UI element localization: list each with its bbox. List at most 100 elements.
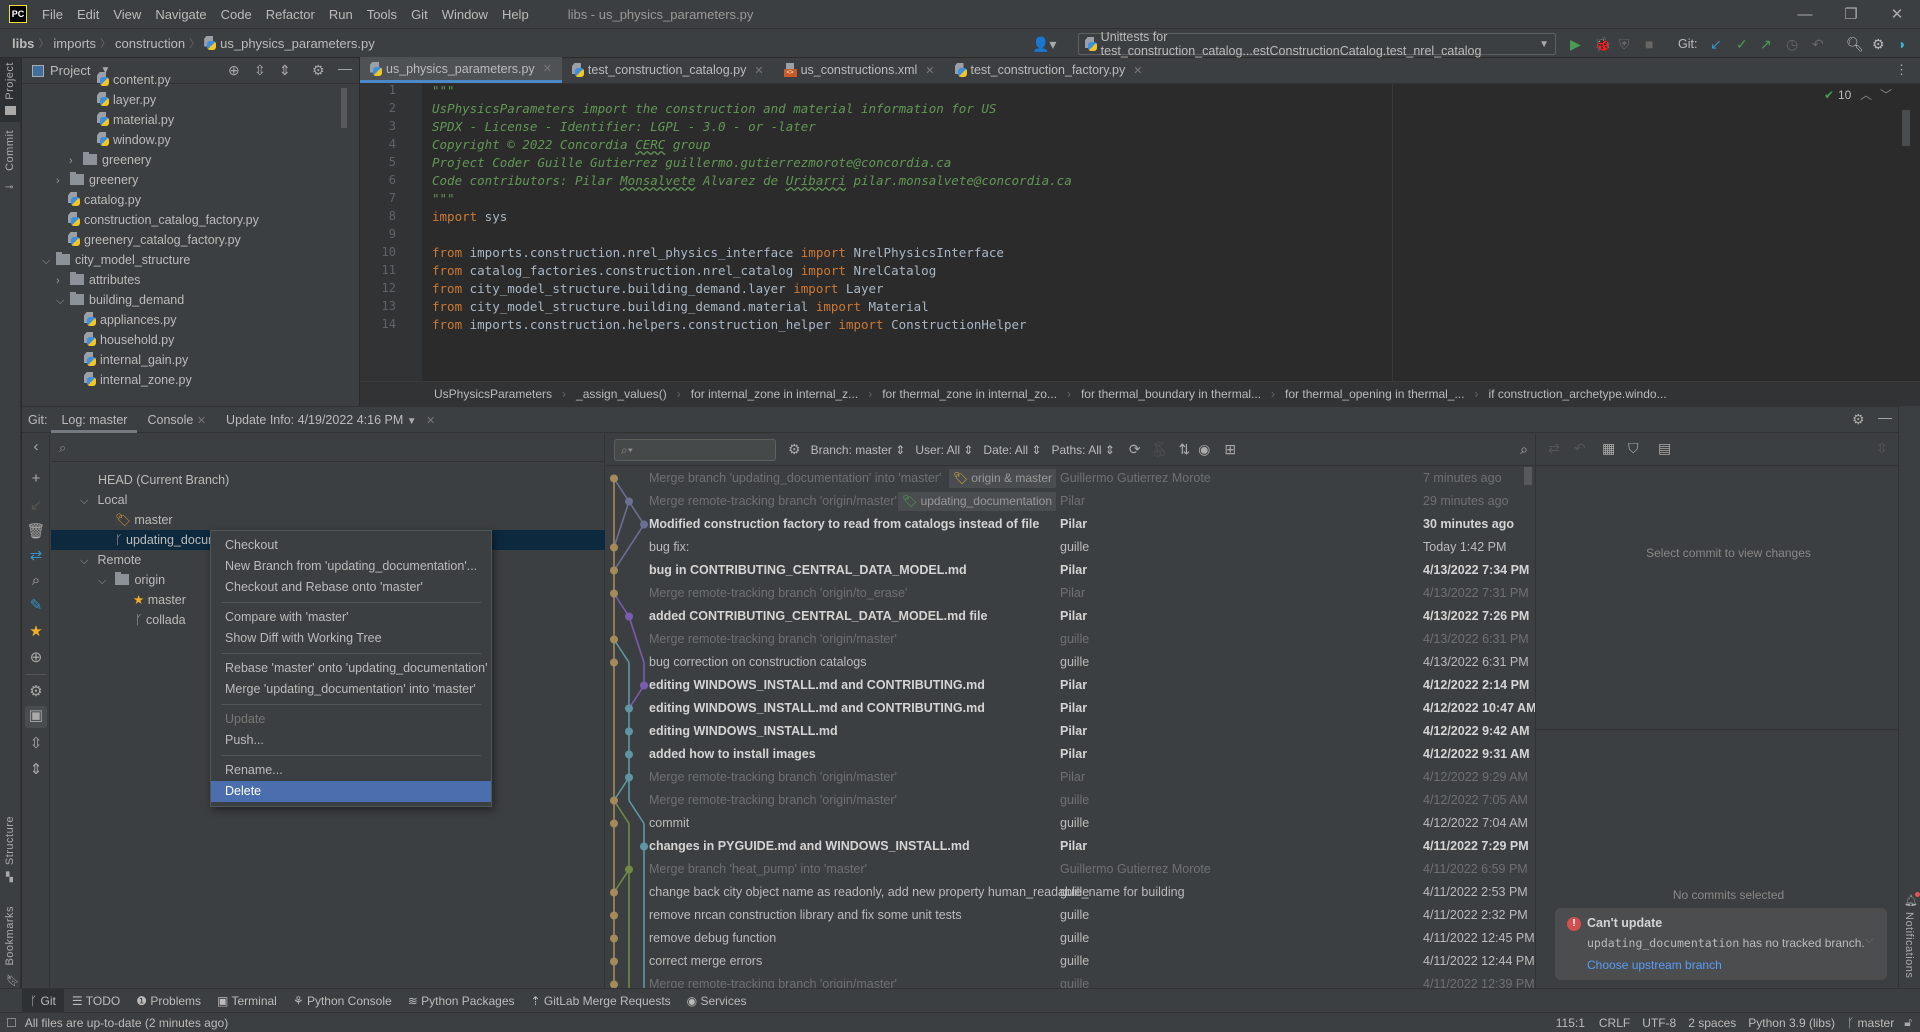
chevron-down-icon[interactable]: ▼ — [407, 416, 417, 427]
branch-search-icon[interactable]: ⌕ — [59, 440, 66, 456]
menu-refactor[interactable]: Refactor — [259, 7, 322, 22]
code-line[interactable]: from imports.construction.helpers.constr… — [432, 317, 1027, 332]
menu-item-merge-updating-documentation-into-master[interactable]: Merge 'updating_documentation' into 'mas… — [211, 679, 491, 700]
code-breadcrumb[interactable]: _assign_values() — [576, 387, 667, 401]
commit-row[interactable]: Modified construction factory to read fr… — [606, 513, 1534, 536]
minimize-button[interactable]: — — [1782, 0, 1828, 28]
commit-row[interactable]: change back city object name as readonly… — [606, 881, 1534, 904]
run-icon[interactable]: ▶ — [1570, 35, 1581, 53]
lock-icon[interactable]: 🔓︎ — [1904, 1015, 1912, 1030]
jetbrains-toolbox-icon[interactable]: ◗ — [1898, 35, 1906, 53]
graph-commit-node[interactable] — [610, 796, 618, 805]
cherry-pick-icon[interactable]: 🍒︎ — [1151, 441, 1169, 458]
tool-tab-problems[interactable]: ❶ Problems — [128, 989, 209, 1013]
menu-navigate[interactable]: Navigate — [148, 7, 213, 22]
chevron-down-icon[interactable]: ⌵ — [42, 251, 56, 271]
tree-item[interactable]: construction_catalog_factory.py — [68, 210, 259, 230]
graph-commit-node[interactable] — [625, 750, 633, 759]
branch-settings-icon[interactable]: ⚙ — [22, 682, 50, 700]
commit-row[interactable]: added CONTRIBUTING_CENTRAL_DATA_MODEL.md… — [606, 605, 1534, 628]
git-settings-icon[interactable]: ⚙ — [1852, 411, 1865, 428]
graph-commit-node[interactable] — [640, 842, 648, 851]
tool-tab-todo[interactable]: ☰ TODO — [64, 989, 128, 1013]
compare-icon[interactable]: ⇄ — [22, 546, 50, 564]
editor-scrollbar[interactable] — [1902, 110, 1910, 146]
favorite-star-icon[interactable]: ★ — [22, 622, 50, 640]
history-icon[interactable]: ◷ — [1786, 35, 1798, 53]
code-line[interactable]: """ — [432, 191, 455, 206]
status-message[interactable]: All files are up-to-date (2 minutes ago) — [25, 1016, 228, 1030]
git-push-icon[interactable]: ↗ — [1760, 35, 1772, 53]
collapse-branches-icon[interactable]: ‹ — [22, 438, 50, 455]
breadcrumb-imports[interactable]: imports — [49, 36, 100, 51]
bookmarks-tool-button[interactable]: Bookmarks 🔖︎ — [0, 906, 21, 996]
graph-commit-node[interactable] — [640, 681, 648, 690]
tree-item[interactable]: ⌵ building_demand — [56, 290, 184, 310]
tree-item[interactable]: appliances.py — [84, 310, 176, 330]
rollback-icon[interactable]: ↶ — [1812, 35, 1824, 53]
close-tab-icon[interactable]: ✕ — [426, 415, 435, 427]
show-diff-icon[interactable]: ⇄ — [1548, 440, 1560, 457]
commit-row[interactable]: correct merge errors guille 4/11/2022 12:4… — [606, 950, 1535, 973]
code-line[interactable]: from city_model_structure.building_deman… — [432, 281, 884, 296]
commit-row[interactable]: Merge branch 'heat_pump' into 'master' Gu… — [606, 858, 1534, 881]
graph-commit-node[interactable] — [610, 911, 618, 920]
filter-user[interactable]: User: All ⇕ — [915, 443, 973, 457]
log-settings-icon[interactable]: ⚙ — [788, 441, 801, 458]
graph-commit-node[interactable] — [610, 589, 618, 598]
ref-label[interactable]: 🏷︎ updating_documentation — [897, 492, 1056, 511]
chevron-right-icon[interactable]: › — [56, 271, 70, 291]
code-line[interactable]: Project Coder Guille Gutierrez guillermo… — [432, 155, 951, 170]
git-commit-icon[interactable]: ✓ — [1736, 35, 1748, 53]
menu-item-checkout[interactable]: Checkout — [211, 535, 491, 556]
commit-row[interactable]: changes in PYGUIDE.md and WINDOWS_INSTAL… — [606, 835, 1534, 858]
graph-commit-node[interactable] — [610, 819, 618, 828]
menu-item-show-diff-with-working-tree[interactable]: Show Diff with Working Tree — [211, 628, 491, 649]
commit-row[interactable]: Merge remote-tracking branch 'origin/mas… — [606, 490, 1534, 513]
structure-tool-button[interactable]: Structure ▚ — [0, 816, 21, 886]
more-tabs-icon[interactable]: ⋮ — [1895, 62, 1908, 78]
menu-item-push[interactable]: Push... — [211, 730, 491, 751]
tab-test-construction-factory[interactable]: test_construction_factory.py ✕ — [945, 57, 1153, 83]
menu-item-rename[interactable]: Rename... — [211, 760, 491, 781]
tree-item[interactable]: layer.py — [97, 90, 156, 110]
fetch-icon[interactable]: ✎ — [22, 596, 50, 614]
stop-icon[interactable]: ■ — [1645, 35, 1653, 53]
tree-item[interactable]: catalog.py — [68, 190, 141, 210]
commit-row[interactable]: Merge remote-tracking branch 'origin/mas… — [606, 789, 1534, 812]
chevron-right-icon[interactable]: › — [56, 171, 70, 191]
code-breadcrumb[interactable]: UsPhysicsParameters — [434, 387, 552, 401]
graph-commit-node[interactable] — [625, 865, 633, 874]
menu-run[interactable]: Run — [322, 7, 360, 22]
commit-tool-button[interactable]: Commit ⊸ — [0, 130, 21, 200]
tree-item[interactable]: window.py — [97, 130, 171, 150]
locate-file-icon[interactable]: ⊕ — [228, 62, 240, 79]
file-encoding[interactable]: UTF-8 — [1642, 1016, 1676, 1030]
close-tab-icon[interactable]: ✕ — [543, 62, 552, 75]
code-editor[interactable]: 1 2 3 4 5 6 7 8 9 10 11 12 13 14 """ UsPhysicsParamete… — [360, 83, 1920, 381]
menu-item-compare-with-master[interactable]: Compare with 'master' — [211, 607, 491, 628]
code-breadcrumb[interactable]: for thermal_opening in thermal_... — [1285, 387, 1464, 401]
filter-date[interactable]: Date: All ⇕ — [983, 443, 1041, 457]
tree-item[interactable]: content.py — [97, 70, 171, 90]
code-breadcrumb[interactable]: for thermal_boundary in thermal... — [1081, 387, 1261, 401]
graph-commit-node[interactable] — [625, 727, 633, 736]
hide-panel-icon[interactable]: — — [338, 60, 352, 76]
project-tool-button[interactable]: Project — [0, 58, 21, 122]
branch-local-master[interactable]: 🏷︎ master — [51, 510, 605, 530]
project-settings-icon[interactable]: ⚙ — [312, 62, 325, 79]
code-line[interactable]: from catalog_factories.construction.nrel… — [432, 263, 936, 278]
code-line[interactable]: SPDX - License - Identifier: LGPL - 3.0 … — [432, 119, 816, 134]
menu-help[interactable]: Help — [495, 7, 536, 22]
expand-notification-icon[interactable]: ⌵ — [1865, 934, 1873, 947]
close-tab-icon[interactable]: ✕ — [197, 415, 206, 427]
tree-item[interactable]: material.py — [97, 110, 174, 130]
commit-list-scrollbar[interactable] — [1524, 467, 1532, 485]
commit-row[interactable]: commit guille 4/12/2022 7:04 AM — [606, 812, 1534, 835]
user-vcs-icon[interactable]: 👤▾ — [1032, 35, 1056, 53]
breadcrumb-libs[interactable]: libs — [0, 36, 38, 51]
menu-view[interactable]: View — [106, 7, 148, 22]
code-breadcrumb[interactable]: if construction_archetype.windo... — [1488, 387, 1666, 401]
tree-item[interactable]: › attributes — [56, 270, 140, 290]
new-branch-icon[interactable]: + — [22, 470, 50, 487]
